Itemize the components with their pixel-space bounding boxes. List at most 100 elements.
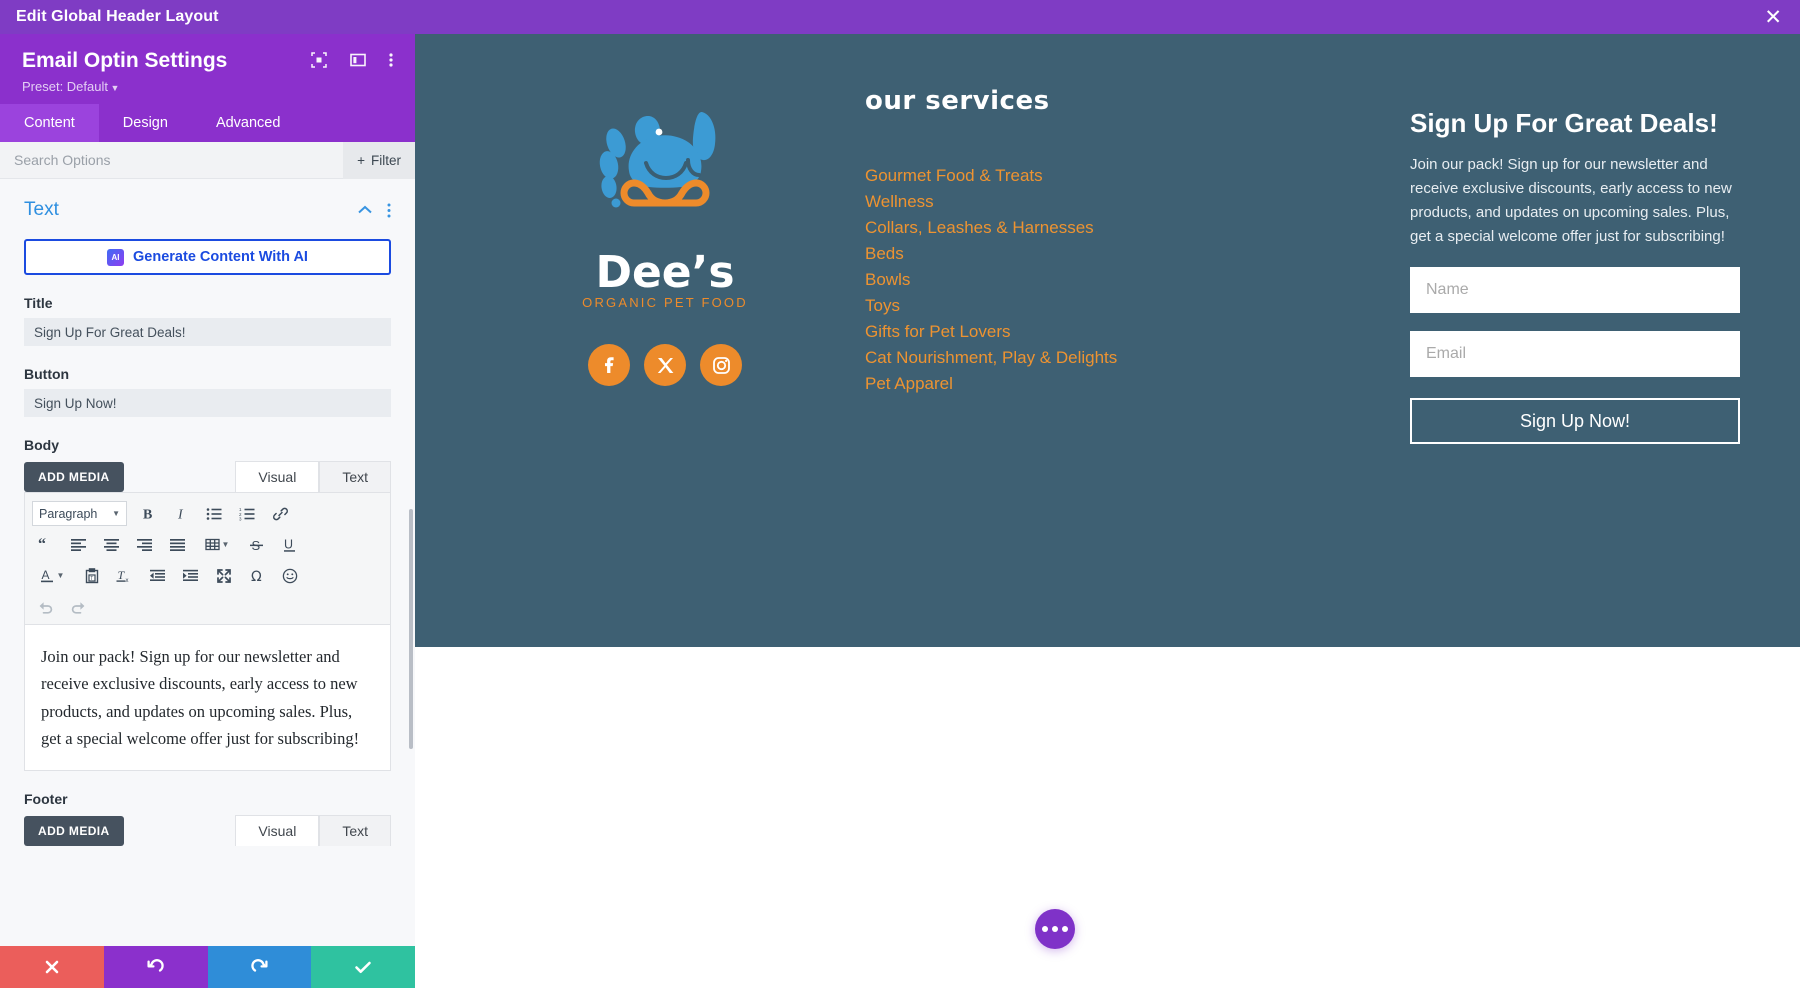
footer-add-media-button[interactable]: ADD MEDIA	[24, 816, 124, 847]
redo-icon[interactable]	[62, 592, 95, 621]
svg-text:T: T	[90, 576, 93, 582]
logo-wordmark: Dee’s ORGANIC PET FOOD	[576, 247, 754, 316]
section-title: Text	[24, 199, 59, 221]
preset-selector[interactable]: Preset: Default ▼	[22, 79, 393, 94]
more-options-icon	[1052, 926, 1058, 932]
header-hero-section: Dee’s ORGANIC PET FOOD our services Gour…	[415, 34, 1800, 647]
editor-toolbar-row-2: “ ▼ S U	[29, 529, 386, 560]
editor-toolbar-row-3: A ▼ T Tx Ω	[29, 560, 386, 591]
instagram-icon[interactable]	[700, 344, 742, 386]
footer-editor: ADD MEDIA Visual Text	[24, 814, 391, 847]
window-title: Edit Global Header Layout	[16, 8, 219, 25]
footer-editor-tab-visual[interactable]: Visual	[235, 815, 320, 847]
emoji-icon[interactable]	[273, 561, 306, 590]
text-color-icon[interactable]: A ▼	[29, 561, 75, 590]
section-more-options-icon[interactable]	[387, 203, 391, 218]
outdent-icon[interactable]	[141, 561, 174, 590]
button-input[interactable]	[24, 389, 391, 418]
bulleted-list-icon[interactable]	[198, 499, 231, 528]
chevron-down-icon: ▼	[112, 509, 120, 519]
more-options-icon[interactable]	[389, 52, 393, 68]
services-column: Our Services Gourmet Food & Treats Welln…	[855, 86, 1275, 647]
footer-editor-tab-text[interactable]: Text	[319, 815, 391, 847]
editor-tab-text[interactable]: Text	[319, 461, 391, 493]
service-link[interactable]: Bowls	[865, 267, 1275, 293]
chevron-up-icon[interactable]	[357, 205, 373, 215]
facebook-icon[interactable]	[588, 344, 630, 386]
numbered-list-icon[interactable]: 123	[231, 499, 264, 528]
service-link[interactable]: Gourmet Food & Treats	[865, 163, 1275, 189]
align-justify-icon[interactable]	[161, 530, 194, 559]
logo-name: Dee’s	[595, 247, 734, 298]
fullscreen-icon[interactable]	[207, 561, 240, 590]
add-media-button[interactable]: ADD MEDIA	[24, 462, 124, 493]
x-twitter-icon[interactable]	[644, 344, 686, 386]
title-input[interactable]	[24, 318, 391, 347]
service-link[interactable]: Beds	[865, 241, 1275, 267]
italic-icon[interactable]: I	[165, 499, 198, 528]
generate-content-with-ai-button[interactable]: AI Generate Content With AI	[24, 239, 391, 276]
tab-advanced[interactable]: Advanced	[192, 104, 305, 142]
link-icon[interactable]	[264, 499, 297, 528]
format-select[interactable]: Paragraph ▼	[32, 501, 127, 527]
service-link[interactable]: Pet Apparel	[865, 371, 1275, 397]
responsive-view-icon[interactable]	[311, 52, 327, 68]
undo-icon[interactable]	[29, 592, 62, 621]
body-field-label: Body	[24, 437, 59, 454]
redo-button[interactable]	[207, 946, 312, 988]
service-link[interactable]: Cat Nourishment, Play & Delights	[865, 345, 1275, 371]
tab-content[interactable]: Content	[0, 104, 99, 143]
filter-label: Filter	[371, 152, 401, 168]
blockquote-icon[interactable]: “	[29, 530, 62, 559]
paste-as-text-icon[interactable]: T	[75, 561, 108, 590]
layout-view-icon[interactable]	[350, 52, 366, 68]
undo-button[interactable]	[103, 946, 208, 988]
editor-toolbar: Paragraph ▼ B I 123 “ ▼ S U A ▼ T T x Ω	[24, 492, 391, 626]
svg-text:“: “	[38, 538, 46, 552]
clear-formatting-icon[interactable]: Tx	[108, 561, 141, 590]
filter-button[interactable]: + Filter	[343, 141, 415, 179]
close-icon[interactable]: ✕	[1762, 7, 1784, 28]
panel-title: Email Optin Settings	[22, 49, 228, 72]
editor-toolbar-row-1: Paragraph ▼ B I 123	[29, 498, 386, 529]
svg-text:3: 3	[239, 516, 242, 521]
table-icon[interactable]: ▼	[194, 530, 240, 559]
plus-icon: +	[357, 152, 365, 168]
name-field[interactable]	[1410, 267, 1740, 314]
cancel-button[interactable]	[0, 946, 104, 988]
align-left-icon[interactable]	[62, 530, 95, 559]
panel-scrollbar[interactable]	[409, 509, 413, 750]
page-settings-fab[interactable]	[1035, 909, 1075, 949]
layout-preview: Dee’s ORGANIC PET FOOD our services Gour…	[415, 34, 1800, 988]
align-right-icon[interactable]	[128, 530, 161, 559]
align-center-icon[interactable]	[95, 530, 128, 559]
special-character-icon[interactable]: Ω	[240, 561, 273, 590]
service-link[interactable]: Collars, Leashes & Harnesses	[865, 215, 1275, 241]
bold-icon[interactable]: B	[132, 499, 165, 528]
window-titlebar: Edit Global Header Layout ✕	[0, 0, 1800, 34]
save-button[interactable]	[311, 946, 415, 988]
panel-header: Email Optin Settings Preset: Default ▼	[0, 34, 415, 105]
editor-toolbar-row-4	[29, 591, 386, 622]
dog-logo-icon	[599, 111, 716, 208]
services-list: Gourmet Food & Treats Wellness Collars, …	[865, 163, 1275, 397]
email-field[interactable]	[1410, 331, 1740, 378]
search-input[interactable]	[0, 152, 280, 169]
signup-submit-button[interactable]: Sign Up Now!	[1410, 398, 1740, 445]
social-links	[588, 344, 742, 386]
tab-design[interactable]: Design	[99, 104, 192, 142]
indent-icon[interactable]	[174, 561, 207, 590]
svg-text:U: U	[284, 537, 293, 551]
underline-icon[interactable]: U	[273, 530, 306, 559]
brand-logo	[576, 108, 754, 243]
svg-text:Ω: Ω	[251, 569, 262, 584]
panel-body: Text AI Generate Content With AI Title B…	[0, 179, 415, 988]
service-link[interactable]: Wellness	[865, 189, 1275, 215]
strikethrough-icon[interactable]: S	[240, 530, 273, 559]
logo-column: Dee’s ORGANIC PET FOOD	[475, 86, 855, 647]
service-link[interactable]: Gifts for Pet Lovers	[865, 319, 1275, 345]
logo-tagline: ORGANIC PET FOOD	[582, 295, 748, 310]
service-link[interactable]: Toys	[865, 293, 1275, 319]
editor-tab-visual[interactable]: Visual	[235, 461, 320, 493]
editor-content-area[interactable]: Join our pack! Sign up for our newslette…	[24, 625, 391, 772]
